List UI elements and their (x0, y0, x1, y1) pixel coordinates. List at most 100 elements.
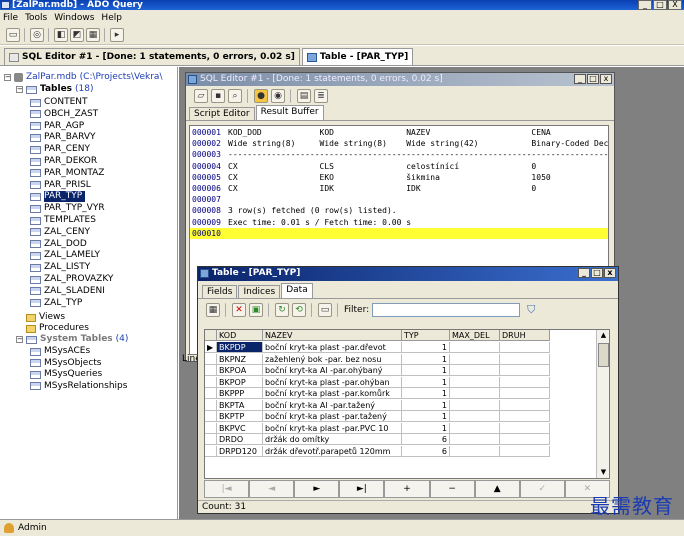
tree-table-item[interactable]: ZAL_CENY (30, 227, 90, 238)
tree-table-item[interactable]: PAR_PRISL (30, 180, 91, 191)
tree-table-item[interactable]: PAR_AGP (30, 121, 84, 132)
tree-table-item[interactable]: PAR_CENY (30, 144, 90, 155)
table-cell[interactable]: boční kryt-ka plast -par.ohýban (263, 376, 402, 388)
tree-table-item[interactable]: ZAL_LAMELY (30, 250, 100, 261)
table-cell[interactable]: zažehlený bok -par. bez nosu (263, 353, 402, 365)
table-cell[interactable]: BKPTA (217, 399, 263, 411)
open-folder-icon[interactable]: ▭ (6, 27, 20, 42)
column-header[interactable]: KOD (217, 330, 263, 341)
table-cell[interactable]: 1 (402, 411, 450, 422)
table-cell[interactable] (500, 365, 550, 376)
stop-icon[interactable]: ◉ (271, 89, 285, 103)
tree-table-item[interactable]: ZAL_DOD (30, 239, 87, 250)
maximize-button[interactable]: □ (653, 0, 667, 10)
row-indicator[interactable] (205, 399, 217, 411)
tree-system-table-item[interactable]: MSysObjects (30, 358, 102, 369)
table-cell[interactable]: 1 (402, 342, 450, 353)
tab-data[interactable]: Data (281, 283, 313, 298)
prior-record-button[interactable]: ◄ (249, 480, 295, 498)
table-cell[interactable]: boční kryt-ka plast -par.komůrk (263, 388, 402, 399)
tree-table-item[interactable]: TEMPLATES (30, 215, 96, 226)
table-cell[interactable]: 1 (402, 365, 450, 376)
table-cell[interactable]: držák do omítky (263, 434, 402, 445)
tree-table-item[interactable]: OBCH_ZAST (30, 109, 98, 120)
post-record-button[interactable]: ✓ (519, 480, 565, 498)
reload-icon[interactable]: ⟲ (292, 303, 306, 317)
refresh-icon[interactable]: ↻ (275, 303, 289, 317)
tab-result-buffer[interactable]: Result Buffer (255, 105, 324, 120)
table-cell[interactable]: boční kryt-ka Al -par.ohýbaný (263, 365, 402, 376)
table-cell[interactable]: BKPDP (217, 342, 263, 353)
table-row[interactable]: BKPVC boční kryt-ka plast -par.PVC 10 1 (205, 422, 550, 434)
tab-script-editor[interactable]: Script Editor (189, 107, 255, 120)
row-indicator[interactable] (205, 422, 217, 434)
table-cell[interactable] (500, 434, 550, 445)
open-icon[interactable]: ▱ (194, 89, 208, 103)
tree-system-table-item[interactable]: MSysQueries (30, 369, 102, 380)
menu-file[interactable]: File (3, 13, 18, 23)
new-sql-icon[interactable]: ◩ (70, 27, 84, 42)
table-row[interactable]: ▶ BKPDP boční kryt-ka plast -par.dřevot 1 (205, 342, 550, 353)
tree-table-item[interactable]: ZAL_SLADENI (30, 286, 105, 297)
column-header[interactable]: TYP (402, 330, 450, 341)
table-cell[interactable]: 6 (402, 445, 450, 457)
table-cell[interactable] (450, 376, 500, 388)
table-cell[interactable] (450, 422, 500, 434)
column-header[interactable]: MAX_DEL (450, 330, 500, 341)
table-cell[interactable] (450, 445, 500, 457)
row-indicator[interactable] (205, 434, 217, 445)
collapse-icon[interactable]: − (16, 86, 23, 93)
row-indicator[interactable] (205, 388, 217, 399)
table-cell[interactable]: boční kryt-ka plast -par.tažený (263, 411, 402, 422)
collapse-icon[interactable]: − (4, 74, 11, 81)
close-button[interactable]: x (604, 268, 616, 278)
table-cell[interactable] (450, 342, 500, 353)
table-cell[interactable] (450, 434, 500, 445)
maximize-button[interactable]: □ (591, 268, 603, 278)
tree-system-table-item[interactable]: MSysRelationships (30, 381, 127, 392)
apply-filter-icon[interactable]: ⛉ (527, 303, 535, 317)
tab-fields[interactable]: Fields (202, 285, 238, 298)
table-cell[interactable]: boční kryt-ka plast -par.dřevot (263, 342, 402, 353)
tree-table-item[interactable]: PAR_BARVY (30, 132, 96, 143)
table-cell[interactable]: 1 (402, 399, 450, 411)
maximize-button[interactable]: □ (587, 74, 599, 84)
insert-record-button[interactable]: + (384, 480, 430, 498)
run-icon[interactable]: ▸ (110, 27, 124, 42)
current-row-icon[interactable]: ▶ (205, 342, 217, 353)
table-row[interactable]: BKPOA boční kryt-ka Al -par.ohýbaný 1 (205, 365, 550, 376)
tree-system-table-item[interactable]: MSysACEs (30, 346, 90, 357)
table-row[interactable]: DRPD120 držák dřevotř.parapetů 120mm 6 (205, 445, 550, 457)
table-cell[interactable] (450, 399, 500, 411)
tree-system-tables[interactable]: − System Tables (4) (16, 334, 128, 345)
table-row[interactable]: BKPNZ zažehlený bok -par. bez nosu 1 (205, 353, 550, 365)
row-indicator[interactable] (205, 445, 217, 457)
delete-icon[interactable]: ✕ (232, 303, 246, 317)
table-cell[interactable] (450, 411, 500, 422)
connect-icon[interactable]: ◧ (54, 27, 68, 42)
database-icon[interactable]: ◎ (30, 27, 44, 42)
table-row[interactable]: BKPPP boční kryt-ka plast -par.komůrk 1 (205, 388, 550, 399)
tree-root[interactable]: − ZalPar.mdb (C:\Projects\Vekra\ (4, 72, 162, 83)
table-cell[interactable]: 1 (402, 388, 450, 399)
sql-editor-titlebar[interactable]: SQL Editor #1 - [Done: 1 statements, 0 e… (186, 73, 614, 86)
table-cell[interactable]: 6 (402, 434, 450, 445)
tree-table-item[interactable]: PAR_TYP_VYR (30, 203, 105, 214)
table-cell[interactable]: DRDO (217, 434, 263, 445)
menu-tools[interactable]: Tools (25, 13, 47, 23)
table-window-titlebar[interactable]: Table - [PAR_TYP] _ □ x (198, 267, 618, 281)
table-cell[interactable] (500, 422, 550, 434)
execute-icon[interactable]: ● (254, 89, 268, 103)
table-row[interactable]: BKPTA boční kryt-ka Al -par.tažený 1 (205, 399, 550, 411)
table-cell[interactable]: BKPOP (217, 376, 263, 388)
column-header[interactable]: DRUH (500, 330, 550, 341)
table-icon[interactable]: ▦ (86, 27, 100, 42)
tab-indices[interactable]: Indices (238, 285, 281, 298)
minimize-button[interactable]: _ (574, 74, 586, 84)
table-cell[interactable]: BKPPP (217, 388, 263, 399)
tree-table-item[interactable]: ZAL_LISTY (30, 262, 90, 273)
close-button[interactable]: X (668, 0, 682, 10)
table-cell[interactable]: BKPOA (217, 365, 263, 376)
scroll-up-icon[interactable]: ▲ (598, 330, 609, 341)
tree-table-item[interactable]: PAR_MONTAZ (30, 168, 104, 179)
